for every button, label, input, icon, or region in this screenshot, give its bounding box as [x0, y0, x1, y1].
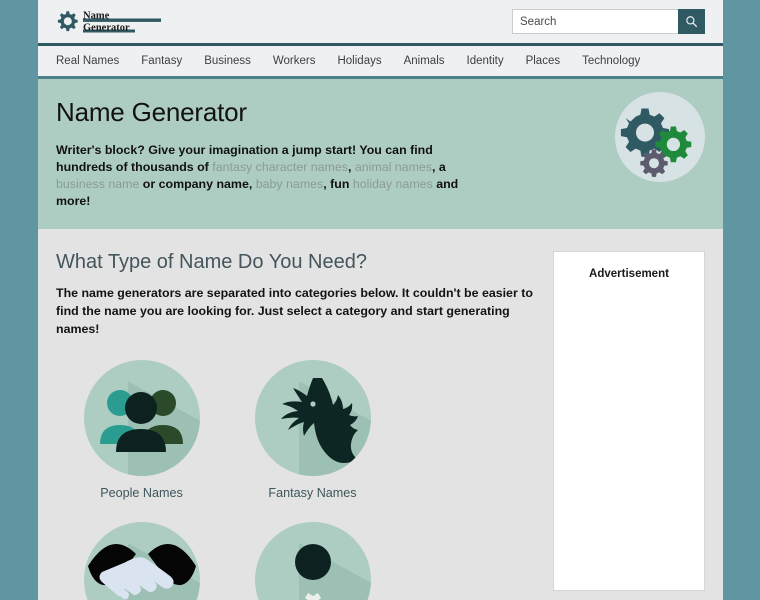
nav-item-animals[interactable]: Animals [404, 55, 445, 67]
search-form [512, 9, 705, 34]
logo-graphic: Name Generator [57, 11, 161, 34]
people-icon [99, 390, 183, 452]
nav-item-business[interactable]: Business [204, 55, 251, 67]
category-card-fantasy-names[interactable]: Fantasy Names [227, 360, 398, 500]
nav-item-real-names[interactable]: Real Names [56, 55, 119, 67]
hero-title: Name Generator [56, 97, 247, 127]
nav-item-places[interactable]: Places [526, 55, 561, 67]
site-header: Name Generator [38, 0, 723, 46]
search-button[interactable] [678, 9, 705, 34]
category-card-people-names[interactable]: People Names [56, 360, 227, 500]
main-content-area: What Type of Name Do You Need? The name … [38, 229, 723, 600]
category-icon-circle [83, 522, 200, 600]
page-container: Name Generator Real Names Fantasy Busine… [38, 0, 723, 600]
hero-sep-2: , a [431, 160, 446, 174]
category-label: People Names [100, 486, 183, 500]
nav-item-identity[interactable]: Identity [467, 55, 504, 67]
hero-link-business-name[interactable]: business name [56, 177, 139, 191]
hero-link-baby-names[interactable]: baby names [256, 177, 324, 191]
hero-sep-4: , [248, 177, 256, 191]
nav-item-technology[interactable]: Technology [582, 55, 640, 67]
page-description: The name generators are separated into c… [56, 286, 533, 336]
category-icon-circle [254, 522, 371, 600]
handshake-icon [87, 544, 196, 599]
search-icon [686, 16, 698, 28]
nav-item-workers[interactable]: Workers [273, 55, 316, 67]
businessman-icon [294, 544, 331, 600]
hero-sep-3: or [139, 177, 159, 191]
nav-item-fantasy[interactable]: Fantasy [141, 55, 182, 67]
gears-graphic [620, 108, 692, 177]
category-card-business-names[interactable]: Business Names [56, 522, 227, 600]
category-icon-circle [254, 360, 371, 476]
dragon-icon [280, 378, 358, 463]
category-label: Fantasy Names [268, 486, 357, 500]
category-card-worker-names[interactable] [227, 522, 398, 600]
site-logo[interactable]: Name Generator [53, 7, 173, 37]
advertisement-panel: Advertisement [553, 251, 705, 591]
hero-sep-5: , fun [323, 177, 353, 191]
logo-text-generator: Generator [83, 23, 130, 34]
content-column: What Type of Name Do You Need? The name … [56, 251, 536, 600]
advertisement-label: Advertisement [589, 268, 669, 280]
search-input[interactable] [512, 9, 678, 34]
page-title: What Type of Name Do You Need? [56, 251, 367, 273]
logo-text-name: Name [83, 11, 110, 22]
category-grid: People Names Fantasy Names [56, 360, 536, 600]
hero-description: Writer's block? Give your imagination a … [56, 142, 486, 210]
nav-item-holidays[interactable]: Holidays [337, 55, 381, 67]
hero-text-company-name: company name [158, 177, 249, 191]
main-navigation: Real Names Fantasy Business Workers Holi… [38, 46, 723, 79]
hero-sep-1: , [347, 160, 355, 174]
hero-link-fantasy-character-names[interactable]: fantasy character names [212, 160, 348, 174]
hero-link-animal-names[interactable]: animal names [355, 160, 432, 174]
category-icon-circle [83, 360, 200, 476]
hero-banner: Name Generator Writer's block? Give your… [38, 79, 723, 229]
gears-icon [615, 92, 705, 182]
hero-link-holiday-names[interactable]: holiday names [353, 177, 433, 191]
